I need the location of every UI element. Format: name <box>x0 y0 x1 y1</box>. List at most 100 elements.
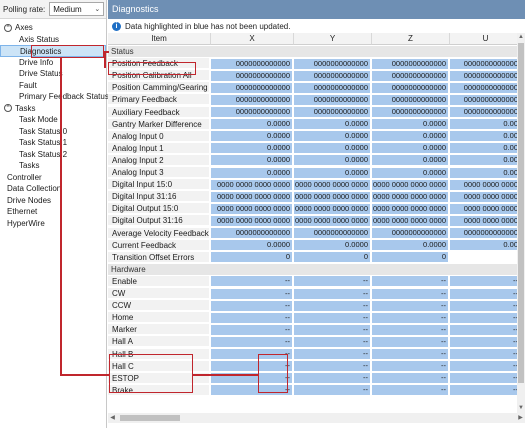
value-cell-x: 0.0000 <box>211 131 292 142</box>
column-header-y[interactable]: Y <box>294 33 372 45</box>
value-cell-x: 0000 0000 0000 0000 <box>211 203 292 214</box>
tree-item-task-status-0[interactable]: Task Status 0 <box>0 126 106 138</box>
value-cell-u: -- <box>450 288 517 299</box>
column-header-item[interactable]: Item <box>108 33 211 45</box>
tree-item-ethernet[interactable]: Ethernet <box>0 206 106 218</box>
horizontal-scrollbar[interactable]: ◀ ▶ <box>108 413 525 423</box>
value-cell-u: -- <box>450 336 517 347</box>
value-cell-z: -- <box>372 300 448 311</box>
value-cell-u: 0.00 <box>450 240 517 251</box>
row-label: Digital Output 15:0 <box>108 203 209 215</box>
collapse-icon[interactable]: ^ <box>4 23 12 32</box>
value-cell-y: -- <box>294 385 370 396</box>
value-cell-x: -- <box>211 324 292 335</box>
tree-item-task-mode[interactable]: Task Mode <box>0 114 106 126</box>
value-cell-z: -- <box>372 349 448 359</box>
value-cell-z: 0000000000000 <box>372 94 448 105</box>
value-cell-y: -- <box>294 300 370 311</box>
value-cell-u: 0000000000000 <box>450 70 517 81</box>
row-label: Position Calibration All <box>108 70 209 82</box>
row-label: CW <box>108 288 209 299</box>
value-cell-u: -- <box>450 276 517 287</box>
diagnostics-grid: Item X Y Z U Status Position Feedback 000000000… <box>108 33 517 413</box>
value-cell-u: 0000 0000 0000 <box>450 191 517 202</box>
tree-item-controller[interactable]: Controller <box>0 172 106 184</box>
row-label: Hall B <box>108 348 209 360</box>
scroll-down-icon[interactable]: ▼ <box>517 404 525 413</box>
value-cell-y: 0000 0000 0000 0000 <box>294 203 370 214</box>
value-cell-u: 0000000000000 <box>450 107 517 117</box>
column-header-z[interactable]: Z <box>372 33 450 45</box>
row-label: Hall C <box>108 360 209 372</box>
horizontal-scroll-thumb[interactable] <box>120 415 180 421</box>
tree-item-tasks[interactable]: Tasks <box>0 160 106 172</box>
scroll-left-icon[interactable]: ◀ <box>108 413 117 423</box>
value-cell-z: 0000 0000 0000 0000 <box>372 203 448 214</box>
value-cell-z: 0000000000000 <box>372 58 448 69</box>
value-cell-x: 0 <box>211 252 292 263</box>
section-header-hardware[interactable]: Hardware <box>108 263 517 275</box>
value-cell-x: -- <box>211 385 292 396</box>
tree-item-axis-status[interactable]: Axis Status <box>0 34 106 46</box>
vertical-scroll-thumb[interactable] <box>518 43 524 383</box>
value-cell-y: -- <box>294 373 370 384</box>
value-cell-u: 0.00 <box>450 167 517 178</box>
tree-node-axes[interactable]: ^ Axes <box>0 22 106 34</box>
row-label: CCW <box>108 300 209 312</box>
tree-item-task-status-1[interactable]: Task Status 1 <box>0 137 106 149</box>
row-label: Digital Input 31:16 <box>108 191 209 203</box>
value-cell-y: 0 <box>294 252 370 263</box>
value-cell-y: 0000000000000 <box>294 70 370 81</box>
value-cell-x: 0000 0000 0000 0000 <box>211 215 292 226</box>
scroll-up-icon[interactable]: ▲ <box>517 33 525 42</box>
value-cell-x: 0.0000 <box>211 119 292 130</box>
tree-item-drive-info[interactable]: Drive Info <box>0 57 106 69</box>
value-cell-z: -- <box>372 276 448 287</box>
navigation-tree: ^ Axes Axis Status Diagnostics Drive Info Dri… <box>0 19 109 230</box>
column-header-u[interactable]: U <box>450 33 517 45</box>
tree-item-fault[interactable]: Fault <box>0 80 106 92</box>
column-header-x[interactable]: X <box>211 33 294 45</box>
vertical-scrollbar[interactable]: ▲ ▼ <box>517 33 525 413</box>
row-label: Gantry Marker Difference <box>108 118 209 130</box>
diagnostics-panel: Diagnostics i Data highlighted in blue h… <box>108 0 525 428</box>
value-cell-x: -- <box>211 288 292 299</box>
scroll-right-icon[interactable]: ▶ <box>516 413 525 423</box>
value-cell-y: 0000000000000 <box>294 228 370 238</box>
polling-rate-select[interactable]: Medium ⌄ <box>49 2 105 16</box>
value-cell-y: 0000000000000 <box>294 94 370 105</box>
value-cell-y: -- <box>294 276 370 287</box>
tree-item-diagnostics[interactable]: Diagnostics <box>0 45 106 57</box>
navigation-panel: Polling rate: Medium ⌄ ^ Axes Axis Status D… <box>0 0 109 428</box>
value-cell-x: 0000000000000 <box>211 58 292 69</box>
value-cell-x: 0.0000 <box>211 240 292 251</box>
section-header-status[interactable]: Status <box>108 46 517 57</box>
collapse-icon[interactable]: ^ <box>4 104 12 113</box>
tree-item-task-status-2[interactable]: Task Status 2 <box>0 149 106 161</box>
row-label: Marker <box>108 324 209 336</box>
tree-item-drive-nodes[interactable]: Drive Nodes <box>0 195 106 207</box>
value-cell-u: 0.00 <box>450 143 517 154</box>
value-cell-u: -- <box>450 361 517 372</box>
tree-node-tasks[interactable]: ^ Tasks <box>0 103 106 115</box>
value-cell-z: -- <box>372 361 448 372</box>
row-label: Analog Input 3 <box>108 167 209 178</box>
tree-item-primary-feedback-status[interactable]: Primary Feedback Status <box>0 91 109 103</box>
tree-item-drive-status[interactable]: Drive Status <box>0 68 106 80</box>
polling-rate-label: Polling rate: <box>3 4 46 14</box>
row-label: Hall A <box>108 336 209 348</box>
row-label: Primary Feedback <box>108 94 209 106</box>
value-cell-z: -- <box>372 385 448 396</box>
value-cell-u: 0.00 <box>450 119 517 130</box>
value-cell-z: 0.0000 <box>372 131 448 142</box>
value-cell-u: 0000000000000 <box>450 94 517 105</box>
value-cell-x: -- <box>211 300 292 311</box>
value-cell-y: -- <box>294 349 370 359</box>
value-cell-x: 0000000000000 <box>211 82 292 93</box>
value-cell-y: 0.0000 <box>294 155 370 166</box>
value-cell-y: -- <box>294 312 370 323</box>
tree-item-data-collection[interactable]: Data Collection <box>0 183 106 195</box>
tree-node-label: Tasks <box>15 103 36 113</box>
polling-rate-value: Medium <box>53 4 82 14</box>
tree-item-hyperwire[interactable]: HyperWire <box>0 218 106 230</box>
